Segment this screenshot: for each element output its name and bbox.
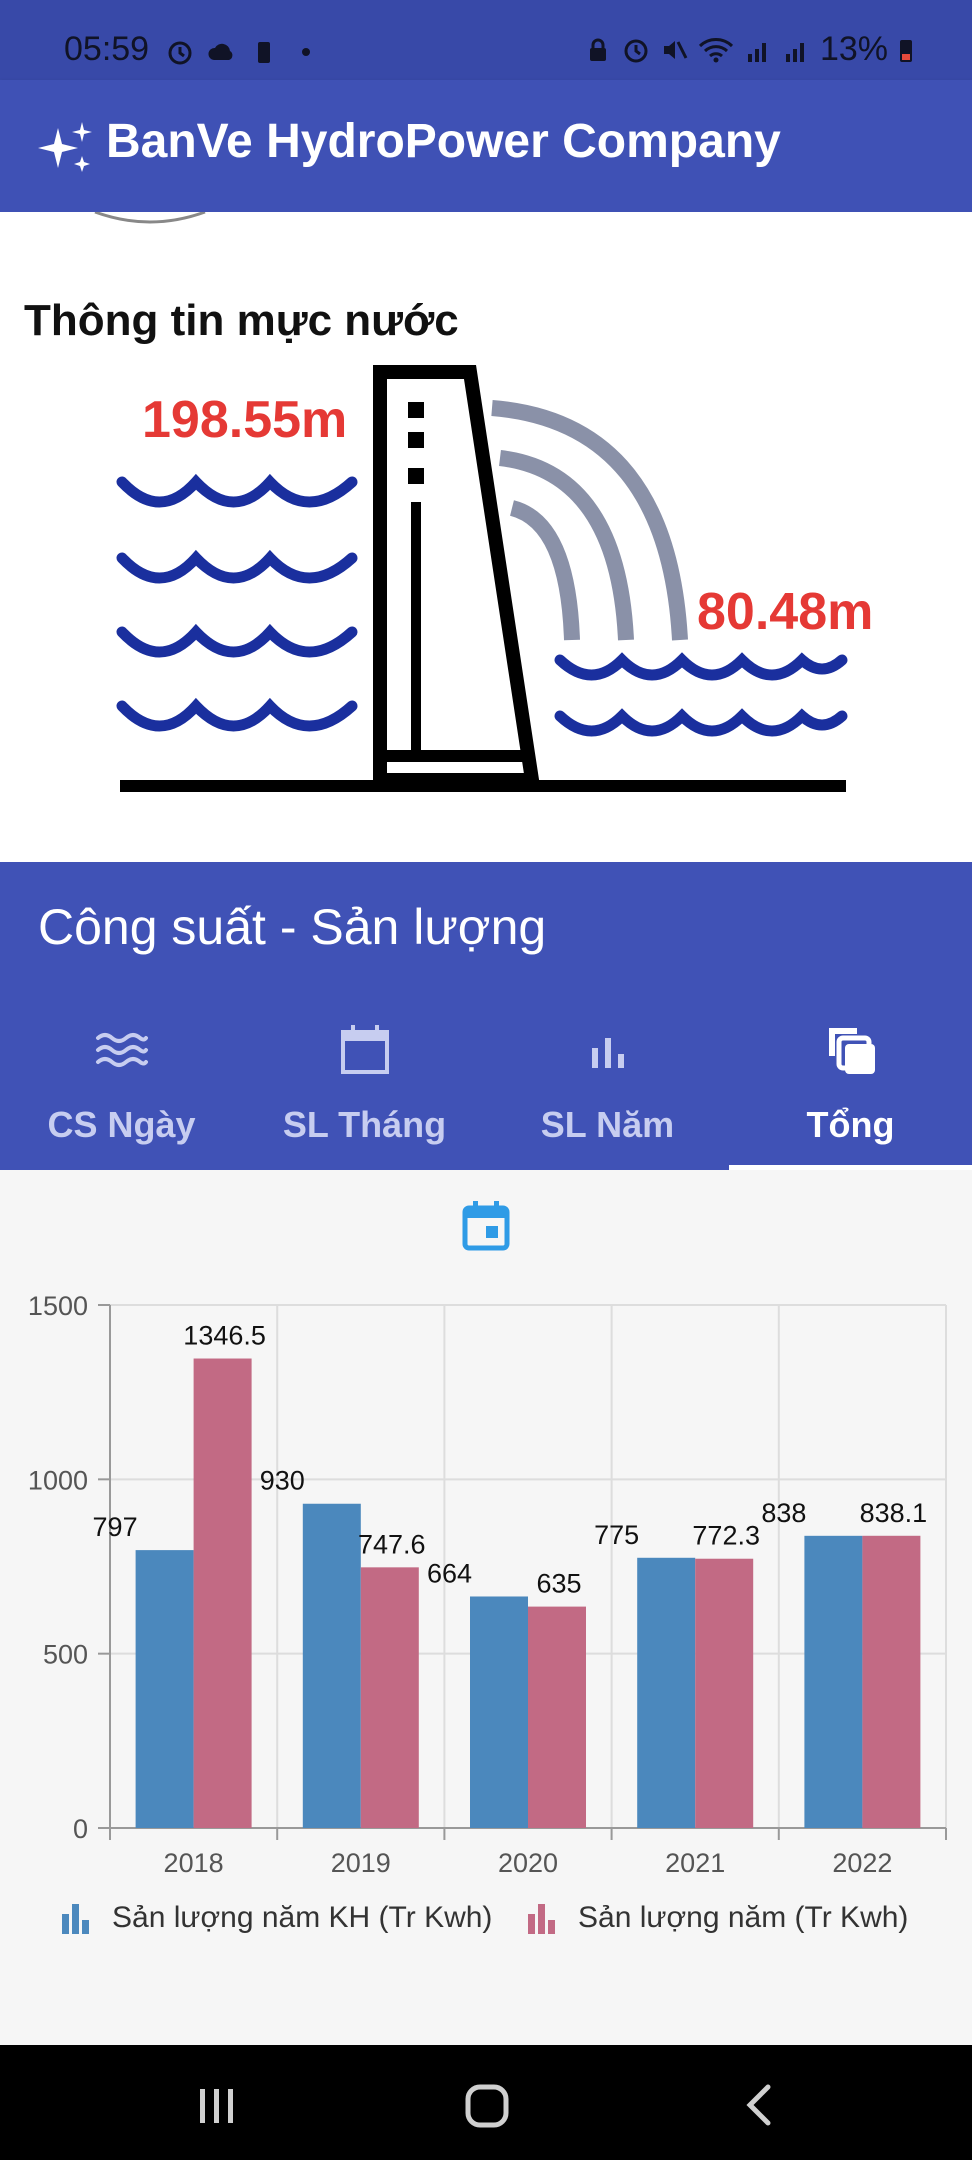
downstream-level: 80.48m	[697, 583, 874, 641]
bar-value-label: 772.3	[692, 1521, 760, 1551]
dam-icon	[373, 365, 541, 787]
tab-label: SL Năm	[540, 1104, 675, 1145]
recent-apps-icon[interactable]	[186, 2075, 246, 2135]
signal-icon-2	[785, 42, 804, 62]
bar-value-label: 747.6	[358, 1529, 426, 1559]
bar-plan	[804, 1535, 863, 1828]
wifi-icon	[698, 37, 733, 62]
tab-label: Tổng	[806, 1104, 895, 1145]
tab-label: SL Tháng	[282, 1104, 447, 1145]
calendar-icon	[340, 1025, 389, 1074]
bar-chart-icon	[528, 1904, 555, 1934]
status-time: 05:59	[64, 30, 150, 68]
alarm-icon-right	[624, 39, 648, 62]
bar-plan	[135, 1550, 194, 1828]
y-tick-label: 1000	[28, 1465, 88, 1495]
bar-actual	[193, 1358, 252, 1828]
system-nav-bar	[0, 2045, 972, 2160]
y-tick-label: 1500	[28, 1291, 88, 1321]
bar-plan	[470, 1596, 528, 1828]
upstream-waves-icon	[116, 473, 358, 732]
bar-actual	[695, 1558, 754, 1828]
bar-chart-icon	[591, 1038, 624, 1068]
chart-legend: Sản lượng năm KH (Tr Kwh) Sản lượng năm …	[0, 1900, 972, 1950]
power-header: Công suất - Sản lượng CS Ngày SL Tháng S…	[0, 862, 972, 1170]
cloud-icon	[208, 43, 233, 60]
status-bar: 05:59 13%	[0, 0, 972, 80]
bar-value-label: 838.1	[860, 1498, 928, 1528]
tab-tong[interactable]: Tổng	[729, 1012, 972, 1170]
x-tick-label: 2020	[498, 1848, 558, 1878]
power-section-title: Công suất - Sản lượng	[38, 899, 547, 955]
bar-plan	[637, 1557, 696, 1828]
legend-label-plan: Sản lượng năm KH (Tr Kwh)	[112, 1901, 493, 1934]
lock-icon	[589, 38, 606, 61]
alarm-icon	[168, 41, 192, 65]
legend-item-actual[interactable]: Sản lượng năm (Tr Kwh)	[524, 1900, 908, 1936]
legend-label-actual: Sản lượng năm (Tr Kwh)	[578, 1901, 909, 1934]
ground-line	[120, 780, 846, 792]
battery-percent: 13%	[819, 30, 888, 68]
battery-icon	[900, 39, 912, 62]
x-tick-label: 2018	[164, 1848, 224, 1878]
tab-bar: CS Ngày SL Tháng SL Năm Tổng	[0, 1012, 972, 1170]
tab-cs-ngay[interactable]: CS Ngày	[0, 1012, 243, 1170]
tab-label: CS Ngày	[47, 1104, 196, 1145]
bar-value-label: 930	[260, 1466, 305, 1496]
tab-sl-nam[interactable]: SL Năm	[486, 1012, 729, 1170]
x-tick-label: 2022	[832, 1848, 892, 1878]
mute-icon	[663, 40, 688, 59]
bar-value-label: 664	[427, 1558, 472, 1588]
tab-sl-thang[interactable]: SL Tháng	[243, 1012, 486, 1170]
bar-actual	[360, 1567, 419, 1828]
legend-item-plan[interactable]: Sản lượng năm KH (Tr Kwh)	[58, 1900, 492, 1936]
water-level-title: Thông tin mực nước	[24, 296, 459, 345]
bar-value-label: 775	[594, 1520, 639, 1550]
bar-value-label: 797	[93, 1512, 138, 1542]
dot-icon	[302, 48, 310, 56]
bar-value-label: 1346.5	[183, 1321, 266, 1351]
home-icon[interactable]	[458, 2075, 518, 2135]
sparkle-icon	[38, 122, 92, 172]
status-right: 13%	[584, 30, 914, 69]
app-title: BanVe HydroPower Company	[106, 115, 781, 168]
bar-chart-icon	[62, 1904, 89, 1934]
bar-plan	[302, 1503, 361, 1828]
battery-saver-icon	[258, 42, 270, 63]
y-tick-label: 0	[73, 1814, 88, 1844]
x-tick-label: 2021	[665, 1848, 725, 1878]
x-tick-label: 2019	[331, 1848, 391, 1878]
bar-value-label: 838	[761, 1498, 806, 1528]
copy-icon	[828, 1028, 875, 1074]
chart-section: 0 500 1000 1500 797 1346.5 2018 930 747.6 2019 664…	[0, 1170, 972, 2045]
upstream-level: 198.55m	[142, 391, 348, 449]
status-left-icons	[166, 38, 320, 66]
production-bar-chart: 0 500 1000 1500 797 1346.5 2018 930 747.6 2019 664…	[28, 1291, 947, 1878]
y-tick-label: 500	[43, 1640, 88, 1670]
downstream-waves-icon	[554, 652, 848, 737]
waves-icon	[95, 1033, 148, 1067]
bar-actual	[528, 1606, 586, 1828]
bar-value-label: 635	[536, 1569, 581, 1599]
water-level-section: Thông tin mực nước 198.55m 80.48m	[0, 212, 972, 862]
scrolled-edge	[94, 212, 206, 224]
spillway-icon	[491, 400, 688, 641]
back-icon[interactable]	[730, 2075, 790, 2135]
signal-icon	[747, 42, 766, 62]
app-bar: BanVe HydroPower Company	[0, 80, 972, 212]
bar-actual	[862, 1535, 921, 1828]
